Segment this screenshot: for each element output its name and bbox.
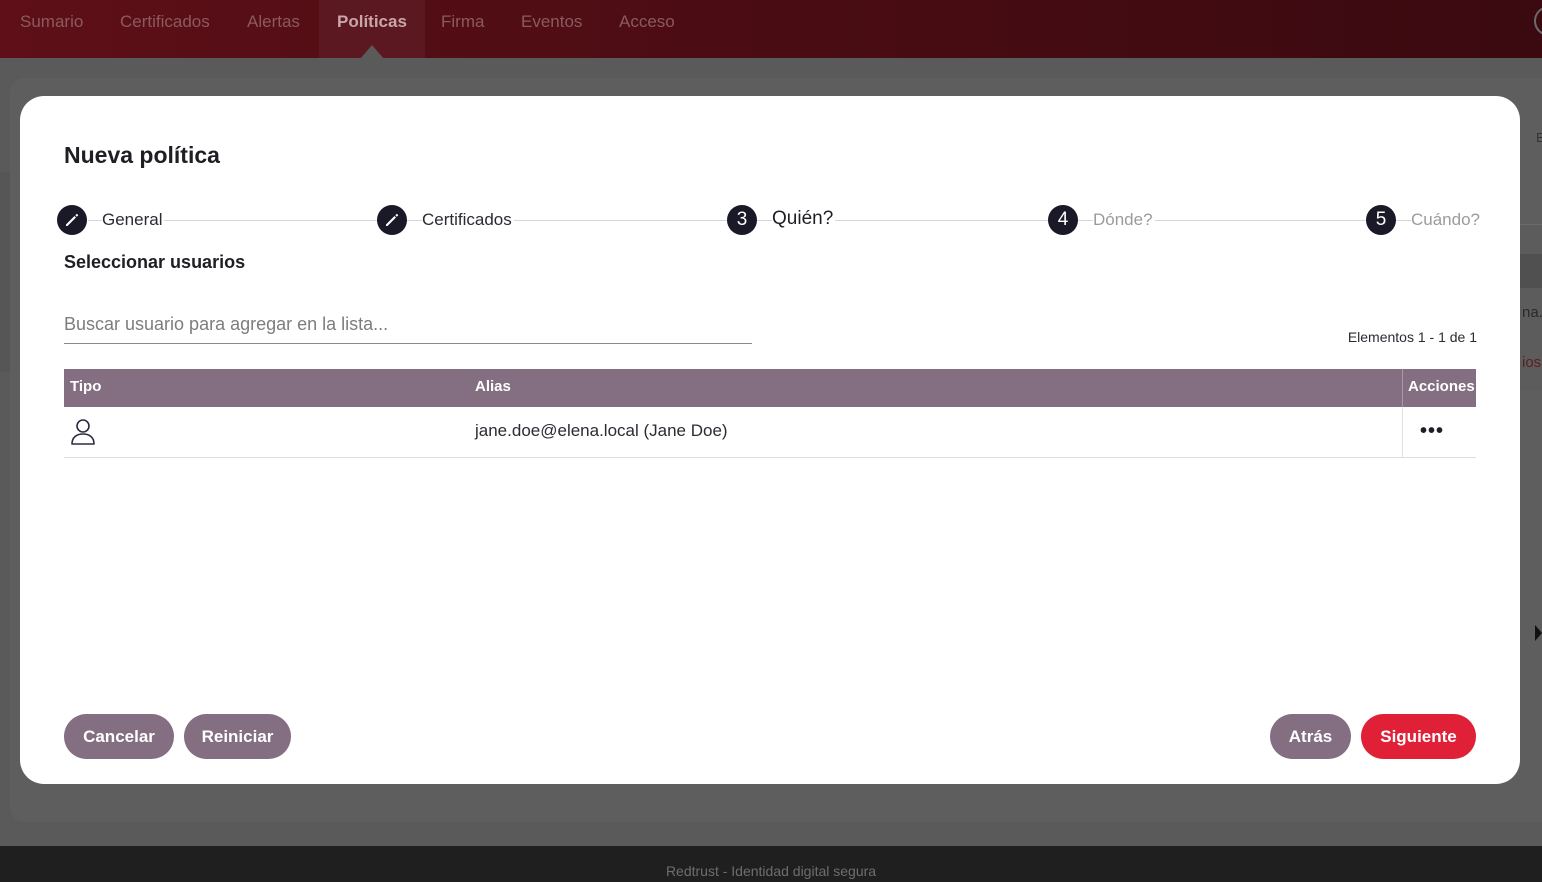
nav-item-politicas[interactable]: Políticas	[319, 0, 425, 59]
users-table: Tipo Alias Acciones jane.doe@elena.local…	[64, 369, 1476, 458]
row-actions-icon[interactable]: •••	[1420, 421, 1444, 441]
step-general-icon[interactable]	[57, 205, 87, 235]
step-quien-number[interactable]: 3	[727, 205, 757, 235]
section-title: Seleccionar usuarios	[64, 252, 246, 272]
pagination-info: Elementos 1 - 1 de 1	[1347, 329, 1477, 345]
active-caret	[359, 45, 384, 59]
nav-item-alertas[interactable]: Alertas	[247, 0, 300, 58]
background-sidebar	[0, 172, 10, 372]
column-header-alias[interactable]: Alias	[475, 369, 511, 407]
back-button[interactable]: Atrás	[1270, 714, 1351, 759]
step-certificados-icon[interactable]	[377, 205, 407, 235]
pencil-icon	[386, 213, 399, 226]
step-cuando-label[interactable]: Cuándo?	[1411, 210, 1483, 230]
avatar[interactable]	[1534, 6, 1542, 36]
reset-button[interactable]: Reiniciar	[184, 714, 291, 759]
user-icon	[71, 419, 95, 445]
step-certificados-label[interactable]: Certificados	[422, 210, 514, 230]
background-table-header	[1520, 254, 1542, 288]
nav-item-acceso[interactable]: Acceso	[619, 0, 675, 58]
next-button[interactable]: Siguiente	[1361, 714, 1476, 759]
new-policy-modal: Nueva política General Certificados 3 Qu…	[20, 96, 1520, 784]
user-alias: jane.doe@elena.local (Jane Doe)	[475, 421, 728, 440]
step-quien-label[interactable]: Quién?	[772, 208, 836, 230]
background-letter: E	[1536, 130, 1542, 145]
modal-title: Nueva política	[64, 142, 220, 168]
step-general-label[interactable]: General	[102, 210, 165, 230]
column-header-tipo[interactable]: Tipo	[70, 369, 101, 407]
nav-item-sumario[interactable]: Sumario	[20, 0, 83, 58]
column-divider	[1402, 407, 1403, 457]
top-navigation: Sumario Certificados Alertas Políticas F…	[0, 0, 1542, 59]
nav-item-certificados[interactable]: Certificados	[120, 0, 210, 58]
footer: Redtrust - Identidad digital segura	[0, 846, 1542, 882]
nav-item-politicas-label: Políticas	[337, 12, 407, 31]
mouse-cursor-icon	[1535, 625, 1542, 641]
cancel-button[interactable]: Cancelar	[64, 714, 174, 759]
column-header-acciones: Acciones	[1408, 378, 1475, 395]
step-cuando-number[interactable]: 5	[1366, 205, 1396, 235]
pencil-icon	[66, 213, 79, 226]
column-divider	[1402, 369, 1403, 407]
background-text: na.l	[1522, 304, 1542, 321]
background-link: ios	[1522, 354, 1542, 371]
table-header: Tipo Alias Acciones	[64, 369, 1476, 407]
table-row: jane.doe@elena.local (Jane Doe) •••	[64, 407, 1476, 458]
step-donde-label[interactable]: Dónde?	[1093, 210, 1155, 230]
nav-item-firma[interactable]: Firma	[441, 0, 484, 58]
user-search-input[interactable]	[64, 306, 752, 344]
step-donde-number[interactable]: 4	[1048, 205, 1078, 235]
nav-item-eventos[interactable]: Eventos	[521, 0, 582, 58]
